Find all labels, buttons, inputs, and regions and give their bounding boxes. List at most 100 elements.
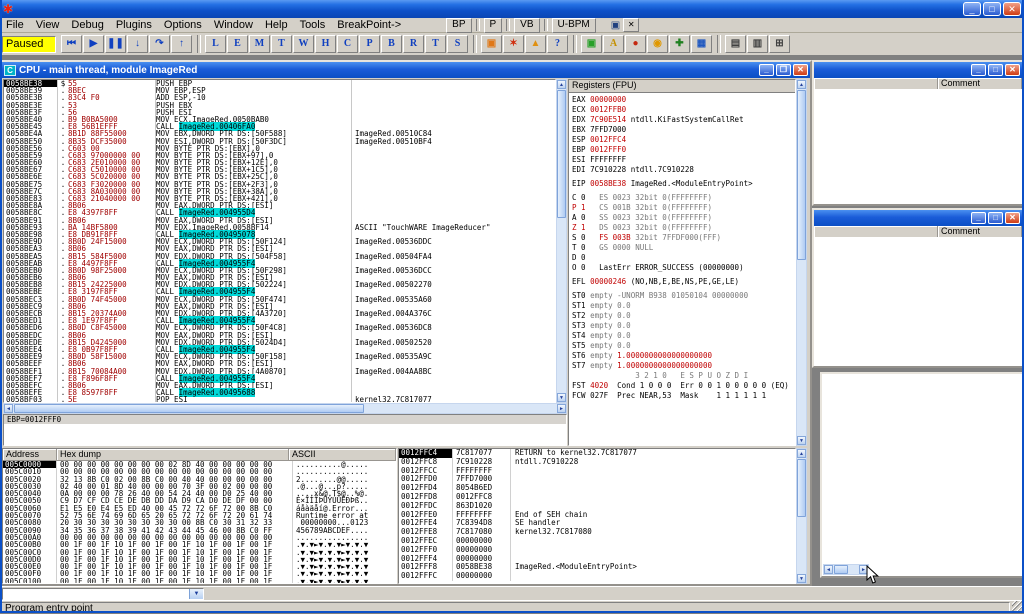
disasm-row[interactable]: 0058BE8C.E8 4397F8FFCALL ImageRed.004955… (4, 209, 555, 216)
restart-icon[interactable]: ⏮ (61, 35, 82, 53)
register-line[interactable]: ESP 0012FFC4 (572, 135, 795, 145)
register-line[interactable]: EDI 7C910228 ntdll.7C910228 (572, 165, 795, 175)
register-line[interactable]: D 0 (572, 253, 795, 263)
register-line[interactable]: FST 4020 Cond 1 0 0 0 Err 0 0 1 0 0 0 0 … (572, 381, 795, 391)
register-line[interactable]: ECX 0012FFB0 (572, 105, 795, 115)
registers-scrollbar[interactable]: ▲ ▼ (796, 79, 807, 446)
minimize-button[interactable]: _ (971, 212, 986, 224)
scrollbar-thumb[interactable] (797, 90, 806, 260)
maximize-button[interactable]: □ (983, 2, 1001, 16)
secondary-window-3[interactable]: ◄ ► (820, 372, 1024, 578)
warning-icon[interactable]: ▲ (525, 35, 546, 53)
plugin-grid-icon[interactable]: ▦ (691, 35, 712, 53)
menu-item-file[interactable]: File (0, 18, 30, 32)
scrollbar-thumb[interactable] (834, 565, 848, 574)
maximize-button[interactable]: □ (988, 212, 1003, 224)
help-icon[interactable]: ? (547, 35, 568, 53)
register-line[interactable]: S 0 FS 003B 32bit 7FFDF000(FFF) (572, 233, 795, 243)
star-icon[interactable]: ✶ (503, 35, 524, 53)
disasm-row[interactable]: 0058BE38$55PUSH EBP (4, 80, 555, 87)
disassembly-hscrollbar[interactable]: ◄ ► (3, 403, 567, 414)
register-line[interactable]: T 0 GS 0000 NULL (572, 243, 795, 253)
register-line[interactable]: ST2 empty 0.0 (572, 311, 795, 321)
register-line[interactable]: ST6 empty 1.0000000000000000000 (572, 351, 795, 361)
cpu-window-titlebar[interactable]: C CPU - main thread, module ImageRed _ ❐… (2, 62, 810, 78)
disasm-row[interactable]: 0058BEB0.8B0D 98F25000MOV ECX,DWORD PTR … (4, 267, 555, 274)
register-line[interactable]: FCW 027F Prec NEAR,53 Mask 1 1 1 1 1 1 (572, 391, 795, 401)
register-line[interactable]: ST0 empty -UNORM B938 01050104 00000000 (572, 291, 795, 301)
scrollbar-thumb[interactable] (557, 90, 566, 218)
titlebar[interactable]: ✱ _ □ ✕ (0, 0, 1024, 18)
run-icon[interactable]: ▶ (83, 35, 104, 53)
secondary-window-1-body[interactable] (814, 89, 1022, 204)
register-line[interactable]: Z 1 DS 0023 32bit 0(FFFFFFFF) (572, 223, 795, 233)
cpu-window-icon[interactable]: C (337, 35, 358, 53)
disasm-row[interactable]: 0058BE9D.8B0D 24F15000MOV ECX,DWORD PTR … (4, 238, 555, 245)
cpu-restore-button[interactable]: ❐ (776, 64, 791, 76)
breakpoints-icon[interactable]: B (381, 35, 402, 53)
tile-vertical-icon[interactable]: ▥ (747, 35, 768, 53)
menu-item-view[interactable]: View (30, 18, 66, 32)
register-line[interactable]: ESI FFFFFFFF (572, 155, 795, 165)
disasm-row[interactable]: 0058BF03.5EPOP ESIkernel32.7C817077 (4, 396, 555, 403)
scroll-down-icon[interactable]: ▼ (557, 393, 566, 402)
register-line[interactable]: EDX 7C90E514 ntdll.KiFastSystemCallRet (572, 115, 795, 125)
disasm-row[interactable]: 0058BED6.8B0D C8F45000MOV ECX,DWORD PTR … (4, 324, 555, 331)
cascade-icon[interactable]: ⊞ (769, 35, 790, 53)
disasm-row[interactable]: 0058BE83.C683 21040000 00MOV BYTE PTR DS… (4, 195, 555, 202)
register-line[interactable]: 3 2 1 0 E S P U O Z D I (572, 371, 795, 381)
step-into-icon[interactable]: ↓ (127, 35, 148, 53)
executables-icon[interactable]: E (227, 35, 248, 53)
pause-icon[interactable]: ❚❚ (105, 35, 126, 53)
maximize-button[interactable]: □ (988, 64, 1003, 76)
secondary-window-1-titlebar[interactable]: _ □ ✕ (814, 62, 1022, 78)
threads-icon[interactable]: T (271, 35, 292, 53)
plugin-dot-icon[interactable]: ● (625, 35, 646, 53)
plugin-target-icon[interactable]: ◉ (647, 35, 668, 53)
dump-pane[interactable]: Address Hex dump ASCII 005C000000 00 00 … (2, 448, 397, 584)
windows-list-icon[interactable]: W (293, 35, 314, 53)
registers-pane[interactable]: Registers (FPU) EAX 00000000ECX 0012FFB0… (568, 79, 796, 446)
menu-item-tools[interactable]: Tools (294, 18, 332, 32)
secondary-window-2-body[interactable] (814, 237, 1022, 366)
register-line[interactable]: ST5 empty 0.0 (572, 341, 795, 351)
mdi-child-close-button[interactable]: ✕ (623, 18, 639, 32)
stack-pane[interactable]: 0012FFC47C817077RETURN to kernel32.7C817… (398, 448, 796, 584)
patches-icon[interactable]: P (359, 35, 380, 53)
scroll-up-icon[interactable]: ▲ (797, 80, 806, 89)
menu-button-p[interactable]: P (484, 18, 503, 33)
step-over-icon[interactable]: ↷ (149, 35, 170, 53)
secondary-hscrollbar[interactable]: ◄ ► (823, 564, 869, 575)
resize-grip[interactable] (1012, 601, 1023, 612)
scrollbar-thumb[interactable] (797, 459, 806, 517)
dump-row[interactable]: 005C010000 1F 00 1F 10 1F 00 1F 00 1F 10… (3, 578, 396, 584)
plugin-green-icon[interactable]: ▣ (581, 35, 602, 53)
disasm-row[interactable]: 0058BEE9.8B0D 58F15000MOV ECX,DWORD PTR … (4, 353, 555, 360)
combobox-value[interactable] (3, 589, 189, 599)
minimize-button[interactable]: _ (971, 64, 986, 76)
disasm-row[interactable]: 0058BEF7.E8 F896F8FFCALL ImageRed.004955… (4, 375, 555, 382)
column-header-blank[interactable] (814, 78, 938, 89)
dump-header-ascii[interactable]: ASCII (289, 449, 396, 460)
disasm-row[interactable]: 0058BE3B.83C4 F0ADD ESP,-10 (4, 94, 555, 101)
register-line[interactable]: ST4 empty 0.0 (572, 331, 795, 341)
cpu-close-button[interactable]: ✕ (793, 64, 808, 76)
memory-map-icon[interactable]: M (249, 35, 270, 53)
secondary-window-3-body[interactable] (822, 374, 1022, 576)
menu-button-ubpm[interactable]: U-BPM (552, 18, 596, 33)
scrollbar-thumb[interactable] (14, 404, 364, 413)
minimize-button[interactable]: _ (963, 2, 981, 16)
register-line[interactable]: ST1 empty 0.0 (572, 301, 795, 311)
scroll-right-icon[interactable]: ► (557, 404, 566, 413)
close-button[interactable]: ✕ (1003, 2, 1021, 16)
command-combobox[interactable]: ▼ (2, 588, 204, 600)
disasm-row[interactable]: 0058BE3E.53PUSH EBX (4, 102, 555, 109)
scroll-down-icon[interactable]: ▼ (797, 436, 806, 445)
scroll-up-icon[interactable]: ▲ (797, 449, 806, 458)
register-line[interactable]: A 0 SS 0023 32bit 0(FFFFFFFF) (572, 213, 795, 223)
tile-horizontal-icon[interactable]: ▤ (725, 35, 746, 53)
register-line[interactable]: P 1 CS 001B 32bit 0(FFFFFFFF) (572, 203, 795, 213)
close-button[interactable]: ✕ (1005, 212, 1020, 224)
disasm-row[interactable]: 0058BEFE.E8 8597F8FFCALL ImageRed.004956… (4, 389, 555, 396)
plugin-a-icon[interactable]: A (603, 35, 624, 53)
